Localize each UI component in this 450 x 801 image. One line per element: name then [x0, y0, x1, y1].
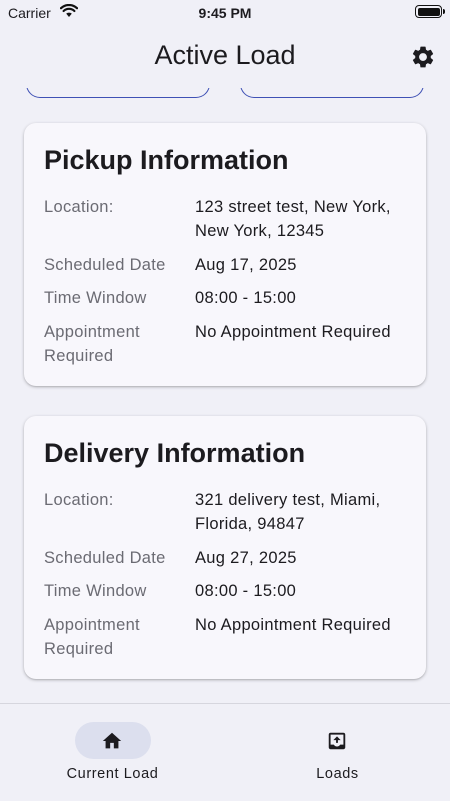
- delivery-appointment-label: Appointment Required: [44, 616, 140, 658]
- delivery-time-window-label: Time Window: [44, 582, 147, 600]
- content-scroll-area[interactable]: Pickup Information Location: 123 street …: [0, 88, 450, 702]
- delivery-date-value: Aug 27, 2025: [195, 549, 297, 567]
- nav-label-loads: Loads: [316, 766, 359, 782]
- delivery-location-label: Location:: [44, 491, 114, 509]
- pickup-date-value: Aug 17, 2025: [195, 256, 297, 274]
- nav-item-loads[interactable]: Loads: [225, 704, 450, 801]
- pickup-appointment-value: No Appointment Required: [195, 323, 391, 341]
- pickup-location-label: Location:: [44, 198, 114, 216]
- delivery-appointment-value: No Appointment Required: [195, 616, 391, 634]
- pickup-time-window-label: Time Window: [44, 289, 147, 307]
- pickup-card-title: Pickup Information: [44, 145, 289, 175]
- top-action-button-right[interactable]: [240, 88, 424, 98]
- delivery-time-window-value: 08:00 - 15:00: [195, 582, 297, 600]
- nav-label-current-load: Current Load: [66, 766, 159, 782]
- pickup-location-value: 123 street test, New York, New York, 123…: [195, 198, 391, 240]
- upload-icon: [328, 732, 346, 750]
- battery-icon: [415, 5, 445, 18]
- pickup-appointment-label: Appointment Required: [44, 323, 140, 365]
- top-action-button-left[interactable]: [26, 88, 210, 98]
- home-icon: [102, 732, 122, 749]
- pickup-date-label: Scheduled Date: [44, 256, 166, 274]
- delivery-location-value: 321 delivery test, Miami, Florida, 94847: [195, 491, 381, 533]
- pickup-info-card: Pickup Information Location: 123 street …: [24, 123, 426, 386]
- status-bar: Carrier 9:45 PM: [0, 0, 450, 26]
- app-bar: Active Load: [0, 26, 450, 88]
- delivery-date-label: Scheduled Date: [44, 549, 166, 567]
- pickup-time-window-value: 08:00 - 15:00: [195, 289, 297, 307]
- nav-item-current-load[interactable]: Current Load: [0, 704, 225, 801]
- delivery-card-title: Delivery Information: [44, 438, 306, 468]
- status-time: 9:45 PM: [198, 5, 252, 21]
- delivery-info-card: Delivery Information Location: 321 deliv…: [24, 416, 426, 679]
- page-title: Active Load: [154, 40, 296, 70]
- bottom-navigation-bar: Current Load Loads: [0, 703, 450, 800]
- gear-icon[interactable]: [410, 44, 436, 70]
